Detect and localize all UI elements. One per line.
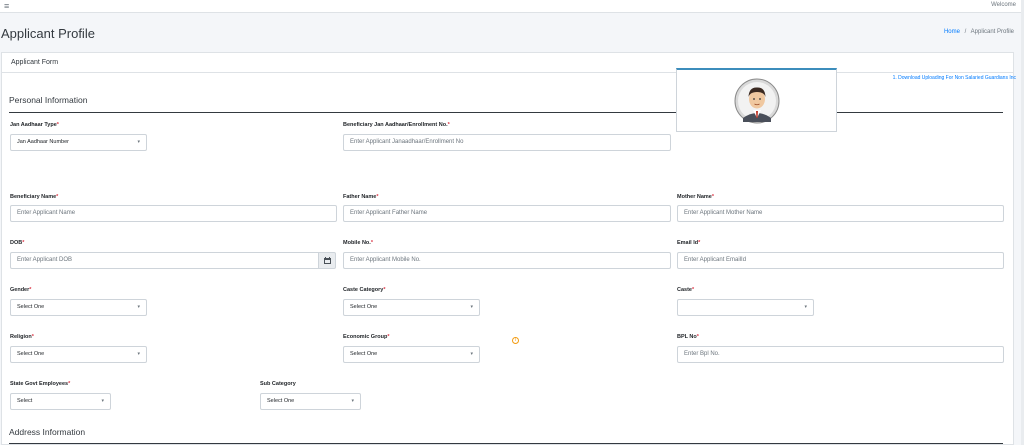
beneficiary-name-label: Beneficiary Name*: [10, 194, 59, 200]
chevron-down-icon: ▾: [470, 351, 473, 357]
chevron-down-icon: ▾: [101, 398, 104, 404]
chevron-down-icon: ▾: [137, 304, 140, 310]
personal-info-heading: Personal Information: [9, 95, 88, 105]
caste-label: Caste*: [677, 287, 695, 293]
economic-group-label: Economic Group*: [343, 334, 390, 340]
mobile-input[interactable]: Enter Applicant Mobile No.: [343, 252, 671, 269]
sub-category-label: Sub Category: [260, 381, 296, 387]
beneficiary-jan-aadhaar-label: Beneficiary Jan Aadhaar/Enrollment No.*: [343, 122, 450, 128]
state-govt-employees-value: Select: [17, 398, 33, 404]
top-navbar: ≡ Welcome: [0, 0, 1024, 13]
chevron-down-icon: ▾: [137, 139, 140, 145]
card-header-title: Applicant Form: [11, 59, 59, 66]
section-divider: [9, 112, 1003, 113]
breadcrumb-separator: /: [964, 29, 967, 35]
economic-group-select[interactable]: Select One ▾: [343, 346, 480, 363]
breadcrumb: Home / Applicant Profile: [944, 29, 1014, 35]
avatar-icon: [734, 78, 780, 124]
dob-label: DOB*: [10, 240, 25, 246]
sub-category-select[interactable]: Select One ▾: [260, 393, 361, 410]
religion-value: Select One: [17, 351, 45, 357]
caste-category-value: Select One: [350, 304, 378, 310]
card-header: Applicant Form: [2, 53, 1013, 73]
sub-category-value: Select One: [267, 398, 295, 404]
hamburger-icon[interactable]: ≡: [4, 1, 9, 11]
mother-name-label: Mother Name*: [677, 194, 714, 200]
caste-category-label: Caste Category*: [343, 287, 386, 293]
beneficiary-jan-aadhaar-input[interactable]: Enter Applicant Janaadhaar/Enrollment No: [343, 134, 671, 151]
father-name-input[interactable]: Enter Applicant Father Name: [343, 205, 671, 222]
bpl-no-input[interactable]: Enter Bpl No.: [677, 346, 1004, 363]
economic-group-value: Select One: [350, 351, 378, 357]
info-icon[interactable]: i: [512, 337, 519, 344]
applicant-photo-box[interactable]: [676, 68, 837, 132]
chevron-down-icon: ▾: [137, 351, 140, 357]
caste-select[interactable]: ▾: [677, 299, 814, 316]
mobile-label: Mobile No.*: [343, 240, 373, 246]
download-link[interactable]: 1. Download Uploading For Non Salaried G…: [893, 75, 1016, 81]
religion-select[interactable]: Select One ▾: [10, 346, 147, 363]
bpl-no-label: BPL No*: [677, 334, 699, 340]
caste-category-select[interactable]: Select One ▾: [343, 299, 480, 316]
chevron-down-icon: ▾: [804, 304, 807, 310]
gender-select[interactable]: Select One ▾: [10, 299, 147, 316]
page-title: Applicant Profile: [1, 26, 95, 41]
gender-label: Gender*: [10, 287, 32, 293]
breadcrumb-current: Applicant Profile: [970, 29, 1014, 35]
gender-value: Select One: [17, 304, 45, 310]
jan-aadhaar-type-select[interactable]: Jan Aadhaar Number ▾: [10, 134, 147, 151]
applicant-form-card: Applicant Form 1. Download Uploading For…: [1, 52, 1016, 445]
breadcrumb-home-link[interactable]: Home: [944, 29, 960, 35]
beneficiary-name-input[interactable]: Enter Applicant Name: [10, 205, 337, 222]
calendar-icon: [324, 257, 331, 264]
jan-aadhaar-type-value: Jan Aadhaar Number: [17, 139, 69, 145]
jan-aadhaar-type-label: Jan Aadhaar Type*: [10, 122, 59, 128]
calendar-button[interactable]: [318, 252, 336, 269]
email-input[interactable]: Enter Applicant EmailId: [677, 252, 1004, 269]
state-govt-employees-label: State Govt Employees*: [10, 381, 71, 387]
section-divider: [9, 443, 1003, 444]
father-name-label: Father Name*: [343, 194, 379, 200]
welcome-text: Welcome: [991, 2, 1016, 8]
chevron-down-icon: ▾: [351, 398, 354, 404]
state-govt-employees-select[interactable]: Select ▾: [10, 393, 111, 410]
dob-input[interactable]: Enter Applicant DOB: [10, 252, 319, 269]
religion-label: Religion*: [10, 334, 34, 340]
mother-name-input[interactable]: Enter Applicant Mother Name: [677, 205, 1004, 222]
chevron-down-icon: ▾: [470, 304, 473, 310]
address-info-heading: Address Information: [9, 427, 86, 437]
email-label: Email Id*: [677, 240, 701, 246]
